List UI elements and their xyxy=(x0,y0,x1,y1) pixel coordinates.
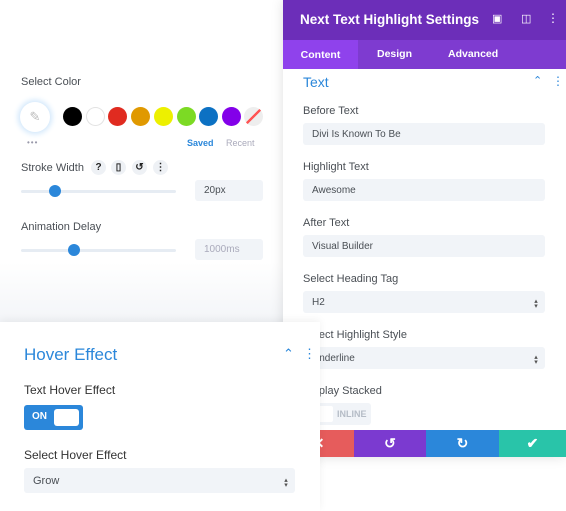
select-value: Grow xyxy=(33,474,60,487)
section-options-icon[interactable]: ⋮ xyxy=(303,346,316,362)
stroke-width-slider-handle[interactable] xyxy=(49,185,62,197)
mobile-icon[interactable]: ▯ xyxy=(111,160,126,175)
toggle-knob xyxy=(54,409,79,426)
text-hover-effect-label: Text Hover Effect xyxy=(24,383,116,397)
undo-icon: ↺ xyxy=(384,435,396,451)
saved-tab[interactable]: Saved xyxy=(187,138,214,148)
field-input[interactable]: Awesome xyxy=(303,179,545,201)
check-icon: ✔ xyxy=(526,435,539,451)
help-icon[interactable]: ? xyxy=(91,160,106,175)
field-value: Divi Is Known To Be xyxy=(312,128,401,140)
collapse-icon[interactable]: ⌃ xyxy=(533,74,542,87)
panel-title: Next Text Highlight Settings xyxy=(300,12,480,27)
text-hover-toggle[interactable]: ON xyxy=(24,405,83,430)
color-swatch[interactable] xyxy=(221,107,241,126)
section-options-icon[interactable]: ⋮ xyxy=(552,74,564,88)
panel-header: Next Text Highlight Settings ▣ ◫ ⋮ xyxy=(283,0,566,40)
section-title: Text xyxy=(303,74,329,90)
hover-section-title: Hover Effect xyxy=(24,345,118,364)
animation-delay-slider[interactable] xyxy=(21,249,176,252)
color-swatch[interactable] xyxy=(85,107,105,126)
settings-panel: Next Text Highlight Settings ▣ ◫ ⋮ Conte… xyxy=(283,0,566,457)
reset-icon[interactable]: ↺ xyxy=(132,160,147,175)
collapse-icon[interactable]: ⌃ xyxy=(283,346,294,362)
field-value: H2 xyxy=(312,296,325,308)
color-swatch[interactable] xyxy=(153,107,173,126)
stroke-width-slider[interactable] xyxy=(21,190,176,193)
toggle-value: ON xyxy=(32,411,47,422)
field-value: Awesome xyxy=(312,184,356,196)
select-color-label: Select Color xyxy=(21,76,81,88)
fullscreen-icon[interactable]: ▣ xyxy=(492,12,502,25)
recent-tab[interactable]: Recent xyxy=(226,138,255,148)
save-button[interactable]: ✔ xyxy=(499,430,566,457)
field-select[interactable]: H2 xyxy=(303,291,545,313)
more-dots-icon[interactable]: ••• xyxy=(27,138,38,147)
animation-delay-input[interactable]: 1000ms xyxy=(195,239,263,260)
hover-effect-select[interactable]: Grow xyxy=(24,468,295,493)
field-value: Visual Builder xyxy=(312,240,373,252)
toggle-value: INLINE xyxy=(337,409,367,419)
color-swatch[interactable] xyxy=(131,107,151,126)
swatch-transparent[interactable] xyxy=(244,107,263,126)
eyedropper-button[interactable]: ✎ xyxy=(20,102,50,132)
more-options-icon[interactable]: ⋮ xyxy=(153,160,168,175)
redo-button[interactable]: ↻ xyxy=(426,430,499,457)
select-hover-effect-label: Select Hover Effect xyxy=(24,448,127,462)
hover-effect-panel: Hover Effect ⌃ ⋮ Text Hover Effect ON Se… xyxy=(0,322,320,511)
color-swatch[interactable] xyxy=(63,107,82,126)
field-select[interactable]: Underline xyxy=(303,347,545,369)
panel-fade xyxy=(0,262,283,322)
color-swatch[interactable] xyxy=(199,107,219,126)
undo-button[interactable]: ↺ xyxy=(354,430,426,457)
field-input[interactable]: Divi Is Known To Be xyxy=(303,123,545,145)
tab-bar: Content Design Advanced xyxy=(283,40,566,69)
color-swatch[interactable] xyxy=(108,107,128,126)
animation-delay-slider-handle[interactable] xyxy=(67,244,80,256)
field-input[interactable]: Visual Builder xyxy=(303,235,545,257)
field-label: Before Text xyxy=(303,105,359,117)
field-label: Highlight Text xyxy=(303,161,369,173)
redo-icon: ↻ xyxy=(456,435,469,451)
more-options-icon[interactable]: ⋮ xyxy=(547,11,559,25)
eyedropper-icon: ✎ xyxy=(29,109,41,124)
tab-advanced[interactable]: Advanced xyxy=(448,48,498,60)
sidebar-layout-icon[interactable]: ◫ xyxy=(521,12,531,25)
animation-delay-label: Animation Delay xyxy=(21,221,102,233)
tab-design[interactable]: Design xyxy=(377,48,412,60)
stroke-width-label: Stroke Width xyxy=(21,162,84,174)
color-swatch[interactable] xyxy=(176,107,196,126)
field-label: Select Heading Tag xyxy=(303,273,399,285)
stroke-width-input[interactable]: 20px xyxy=(195,180,263,201)
field-label: After Text xyxy=(303,217,350,229)
tab-content[interactable]: Content xyxy=(283,40,358,69)
